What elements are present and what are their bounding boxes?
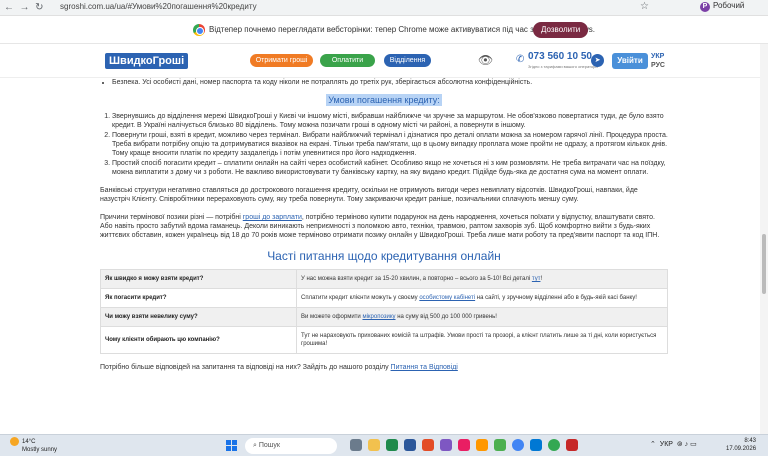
windows-start-icon[interactable]: [226, 440, 238, 452]
early-repayment-paragraph: Банківські структури негативно ставлятьс…: [100, 187, 638, 203]
site-logo[interactable]: ШвидкоГроші: [105, 53, 189, 69]
step-item: Звернувшись до відділення мережі ШвидкоГ…: [112, 112, 668, 130]
app-icon[interactable]: [566, 439, 578, 451]
page-scrollbar[interactable]: [760, 44, 768, 434]
main-content: Безпека. Усі особисті дані, номер паспор…: [100, 78, 668, 372]
benefit-security: Безпека. Усі особисті дані, номер паспор…: [112, 78, 668, 87]
step-item: Повернути гроші, взяті в кредит, можливо…: [112, 131, 668, 158]
app-icon[interactable]: [494, 439, 506, 451]
faq-link[interactable]: особистому кабінеті: [419, 295, 475, 301]
profile-name: Робочий: [713, 1, 745, 10]
profile-button[interactable]: Р Робочий: [700, 1, 744, 12]
app-icon[interactable]: [476, 439, 488, 451]
sun-icon: [10, 437, 19, 446]
telegram-icon[interactable]: ➤: [591, 54, 604, 67]
lang-ru[interactable]: РУС: [651, 61, 665, 70]
app-icon[interactable]: [530, 439, 542, 451]
language-switch[interactable]: УКР РУС: [651, 52, 665, 70]
chrome-taskbar-icon[interactable]: [512, 439, 524, 451]
faq-table: Як швидко я можу взяти кредит? У нас мож…: [100, 269, 668, 354]
faq-question: Як погасити кредит?: [100, 288, 297, 308]
url-field[interactable]: sgroshi.com.ua/ua/#Умови%20погашення%20к…: [60, 2, 257, 11]
navigation-icons[interactable]: ← → ↻: [4, 2, 44, 13]
faq-title: Часті питання щодо кредитування онлайн: [267, 249, 501, 263]
faq-row: Чому клієнти обирають цю компанію? Тут н…: [100, 326, 668, 354]
allow-button[interactable]: Дозволити: [533, 22, 589, 38]
step-item: Простий спосіб погасити кредит – сплатит…: [112, 159, 668, 177]
site-header: ШвидкоГроші Отримати гроші Оплатити Відд…: [0, 44, 768, 78]
clock[interactable]: 8:43 17.09.2026: [726, 437, 756, 453]
bookmark-star-icon[interactable]: ☆: [640, 1, 649, 12]
tray-lang: УКР: [659, 441, 673, 448]
faq-answer: У нас можна взяти кредит за 15-20 хвилин…: [296, 269, 668, 289]
faq-answer: Сплатити кредит клієнти можуть у своєму …: [296, 288, 668, 308]
app-icon[interactable]: [548, 439, 560, 451]
salary-loan-link[interactable]: гроші до зарплати: [243, 214, 302, 221]
faq-answer: Ви можете оформити мікропозику на суму в…: [296, 307, 668, 327]
chrome-icon: [193, 24, 205, 36]
faq-section-link[interactable]: Питання та Відповіді: [391, 364, 458, 371]
phone-icon: ✆: [516, 54, 525, 65]
login-button[interactable]: Увійти: [612, 53, 648, 69]
clock-date: 17.09.2026: [726, 446, 757, 452]
word-icon[interactable]: [404, 439, 416, 451]
chrome-startup-notice: Відтепер почнемо переглядати вебсторінки…: [0, 16, 768, 44]
section-title: Умови погашення кредиту:: [326, 94, 442, 106]
system-tray[interactable]: ⌃ УКР ⊚ ♪ ▭: [650, 440, 697, 448]
lang-ua[interactable]: УКР: [651, 52, 665, 61]
reasons-paragraph: Причини термінової позики різні — потріб…: [100, 214, 660, 239]
weather-widget[interactable]: 14°C Mostly sunny: [10, 437, 57, 454]
faq-question: Чому клієнти обирають цю компанію?: [100, 326, 297, 354]
excel-icon[interactable]: [386, 439, 398, 451]
repayment-steps: Звернувшись до відділення мережі ШвидкоГ…: [100, 112, 668, 177]
pay-button[interactable]: Оплатити: [320, 54, 375, 67]
app-icon[interactable]: [458, 439, 470, 451]
faq-answer: Тут не нараховують прихованих комісій та…: [296, 326, 668, 354]
faq-row: Чи можу взяти невелику суму? Ви можете о…: [100, 307, 668, 327]
windows-taskbar: 14°C Mostly sunny ⌕ Пошук ⌃ УКР ⊚ ♪ ▭ 8:…: [0, 434, 768, 456]
accessibility-eye-icon[interactable]: 👁: [478, 53, 493, 67]
scrollbar-thumb[interactable]: [762, 234, 766, 294]
faq-question: Як швидко я можу взяти кредит?: [100, 269, 297, 289]
get-money-button[interactable]: Отримати гроші: [250, 54, 313, 67]
phone-note: Згідно з тарифами вашого оператора: [528, 64, 598, 69]
file-explorer-icon[interactable]: [368, 439, 380, 451]
task-view-icon[interactable]: [350, 439, 362, 451]
faq-question: Чи можу взяти невелику суму?: [100, 307, 297, 327]
browser-address-bar: ← → ↻ sgroshi.com.ua/ua/#Умови%20погашен…: [0, 0, 768, 16]
faq-row: Як швидко я можу взяти кредит? У нас мож…: [100, 269, 668, 289]
clock-time: 8:43: [744, 438, 757, 444]
benefits-list: Безпека. Усі особисті дані, номер паспор…: [100, 78, 668, 87]
faq-more-note: Потрібно більше відповідей на запитання …: [100, 364, 458, 371]
faq-link[interactable]: мікропозику: [362, 314, 395, 320]
app-icon[interactable]: [422, 439, 434, 451]
app-icon[interactable]: [440, 439, 452, 451]
taskbar-search[interactable]: ⌕ Пошук: [245, 438, 337, 454]
branches-button[interactable]: Відділення: [384, 54, 431, 67]
faq-row: Як погасити кредит? Сплатити кредит кліє…: [100, 288, 668, 308]
hotline-phone[interactable]: 073 560 10 50: [528, 51, 592, 62]
profile-avatar: Р: [700, 2, 710, 12]
